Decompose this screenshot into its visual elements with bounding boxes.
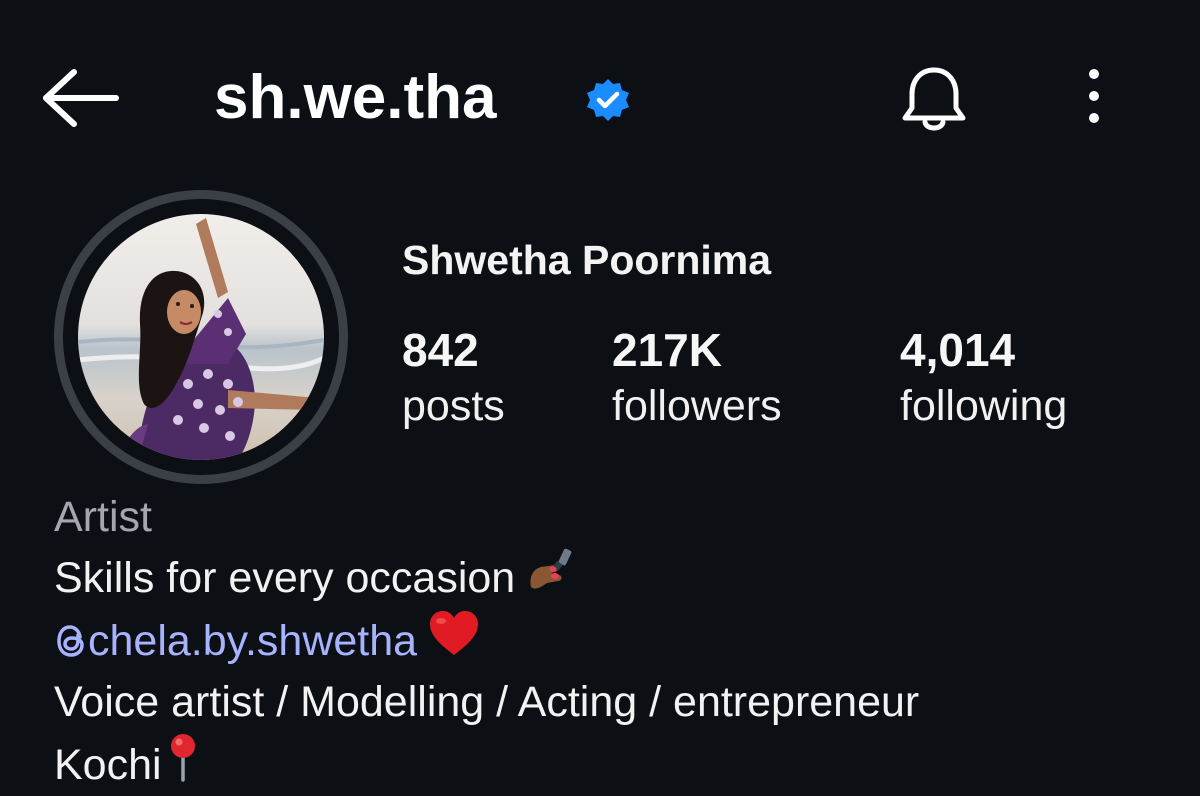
following-stat[interactable]: 4,014 following: [900, 322, 1067, 434]
bell-icon: [902, 67, 966, 131]
followers-label: followers: [612, 382, 782, 430]
posts-stat[interactable]: 842 posts: [402, 322, 505, 434]
profile-category: Artist: [54, 493, 152, 541]
round-pushpin-icon: [166, 732, 200, 796]
more-vertical-icon: [1089, 69, 1099, 123]
posts-label: posts: [402, 382, 505, 430]
profile-full-name: Shwetha Poornima: [402, 237, 772, 283]
more-options-button[interactable]: [1070, 64, 1118, 128]
avatar[interactable]: [78, 214, 324, 460]
bio-line-location: Kochi: [54, 732, 919, 796]
threads-icon: [57, 625, 84, 657]
profile-page: sh.we.tha Shwetha Poornima 842 posts 217…: [0, 0, 1200, 796]
following-count: 4,014: [900, 324, 1016, 376]
verified-badge-icon: [584, 76, 632, 124]
posts-count: 842: [402, 324, 479, 376]
nail-polish-icon: [525, 547, 573, 609]
bio-line-threads: chela.by.shwetha: [54, 609, 919, 673]
followers-stat[interactable]: 217K followers: [612, 322, 782, 434]
following-label: following: [900, 382, 1068, 430]
profile-username: sh.we.tha: [214, 63, 497, 132]
bio-line-skills: Skills for every occasion: [54, 547, 919, 609]
profile-photo: [78, 214, 324, 460]
red-heart-icon: [427, 609, 481, 673]
arrow-left-icon: [43, 69, 119, 127]
bio-line-roles: Voice artist / Modelling / Acting / entr…: [54, 678, 920, 726]
back-button[interactable]: [40, 66, 120, 130]
threads-link[interactable]: chela.by.shwetha: [54, 612, 417, 671]
followers-count: 217K: [612, 324, 722, 376]
profile-bio: Artist Skills for every occasion chela.b…: [54, 488, 919, 796]
notifications-button[interactable]: [896, 62, 972, 138]
bio-location-text: Kochi: [54, 740, 162, 789]
bio-skills-text: Skills for every occasion: [54, 553, 516, 602]
threads-handle: chela.by.shwetha: [88, 616, 418, 665]
